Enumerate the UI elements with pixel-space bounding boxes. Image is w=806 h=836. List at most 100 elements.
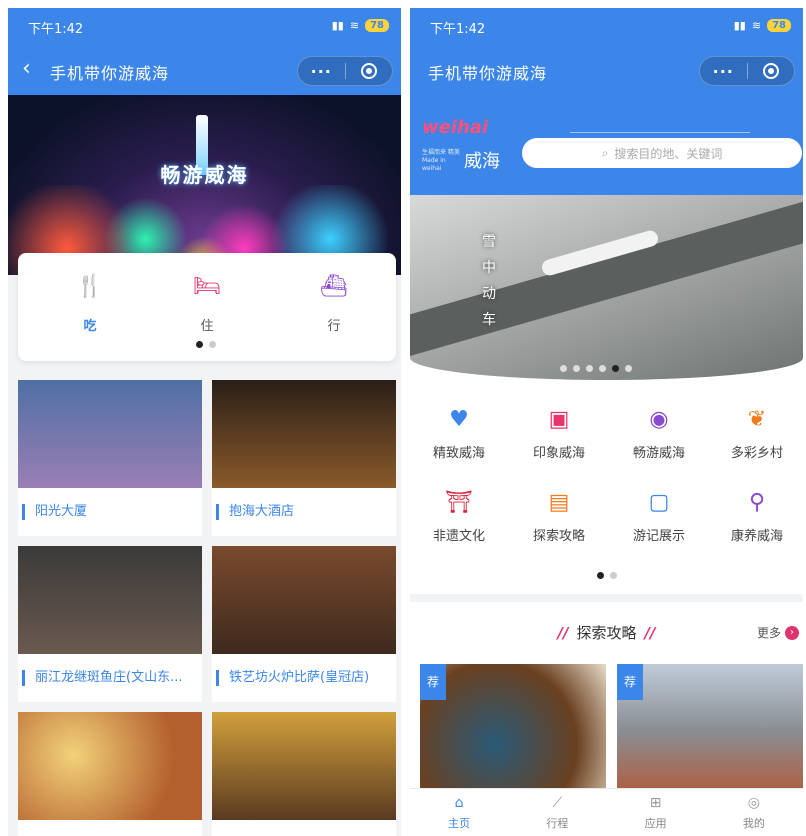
brand-header: weihai 生福而来 精美 Made in weihai 威海 ⌕ 搜索目的地… bbox=[410, 95, 803, 195]
home-icon: ⌂ bbox=[454, 795, 464, 811]
venue-image bbox=[212, 380, 396, 488]
signal-icon: ▮▮ bbox=[733, 19, 746, 32]
banner-caption: 畅游威海 bbox=[160, 163, 249, 187]
search-input[interactable]: ⌕ 搜索目的地、关键词 bbox=[522, 138, 802, 168]
heart-icon: ♥ bbox=[449, 407, 469, 432]
logo-tagline: 生福而来 精美 Made in weihai bbox=[422, 149, 460, 172]
banner-carousel[interactable]: 雪中动车 bbox=[410, 195, 803, 380]
search-icon: ⌕ bbox=[601, 145, 609, 160]
venue-image bbox=[212, 712, 396, 820]
pager-dots bbox=[196, 341, 216, 348]
left-phone-screen: 下午1:42 ▮▮ ≋ 78 ‹ 手机带你游威海 ··· 畅游威海 🍴 吃 🛏 … bbox=[8, 8, 401, 836]
pager-dot bbox=[196, 341, 203, 348]
tab-apps[interactable]: ⊞ 应用 bbox=[607, 789, 705, 836]
function-label: 多彩乡村 bbox=[730, 446, 783, 461]
route-icon: ⟋ bbox=[552, 795, 563, 811]
museum-icon: ⛩ bbox=[445, 490, 473, 515]
venue-card[interactable]: 抱海大酒店 bbox=[212, 380, 396, 536]
tab-home[interactable]: ⌂ 主页 bbox=[410, 789, 508, 836]
function-label: 非遗文化 bbox=[432, 529, 485, 544]
close-icon bbox=[360, 63, 377, 79]
mini-program-capsule: ··· bbox=[699, 56, 795, 86]
pager-dot bbox=[573, 365, 580, 372]
more-link[interactable]: 更多 › bbox=[757, 624, 799, 641]
tab-label: 行程 bbox=[546, 817, 569, 830]
function-label: 精致威海 bbox=[432, 446, 485, 461]
badge-icon: ▢ bbox=[648, 490, 670, 515]
back-icon[interactable]: ‹ bbox=[22, 58, 31, 80]
pager-dot bbox=[209, 341, 216, 348]
venue-card[interactable] bbox=[18, 712, 202, 836]
slash-decoration: // bbox=[644, 624, 656, 642]
venue-card[interactable]: 阳光大厦 bbox=[18, 380, 202, 536]
pin-icon: ⚲ bbox=[748, 490, 766, 515]
section-divider bbox=[410, 594, 803, 602]
close-icon bbox=[762, 63, 779, 79]
category-travel[interactable]: ⛴ 行 bbox=[304, 273, 364, 334]
screenshot: 下午1:42 ▮▮ ≋ 78 ‹ 手机带你游威海 ··· 畅游威海 🍴 吃 🛏 … bbox=[0, 0, 806, 836]
venue-name: 阳光大厦 bbox=[22, 504, 87, 520]
venue-name: 铁艺坊火炉比萨(皇冠店) bbox=[216, 670, 369, 686]
pager-dots bbox=[597, 572, 617, 579]
function-label: 畅游威海 bbox=[632, 446, 685, 461]
category-eat[interactable]: 🍴 吃 bbox=[60, 273, 120, 334]
venue-name: 丽江龙继斑鱼庄(文山东... bbox=[22, 670, 182, 686]
venue-card[interactable]: 丽江龙继斑鱼庄(文山东... bbox=[18, 546, 202, 702]
function-item[interactable]: ⚲ 康养威海 bbox=[712, 489, 802, 544]
grid-icon: ⊞ bbox=[649, 795, 662, 811]
tab-profile[interactable]: ◎ 我的 bbox=[705, 789, 803, 836]
section-title: // 探索攻略 // bbox=[410, 622, 803, 643]
more-button[interactable]: ··· bbox=[298, 62, 345, 81]
tab-label: 主页 bbox=[448, 817, 471, 830]
pager-dot bbox=[599, 365, 606, 372]
user-icon: ◎ bbox=[747, 795, 760, 811]
pager-dot bbox=[625, 365, 632, 372]
tab-itinerary[interactable]: ⟋ 行程 bbox=[508, 789, 606, 836]
function-item[interactable]: ▣ 印象威海 bbox=[514, 406, 604, 461]
pager-dot bbox=[597, 572, 604, 579]
left-header-bar: 下午1:42 ▮▮ ≋ 78 ‹ 手机带你游威海 ··· bbox=[8, 8, 401, 95]
function-label: 印象威海 bbox=[532, 446, 585, 461]
slash-decoration: // bbox=[557, 624, 569, 642]
mini-program-capsule: ··· bbox=[297, 56, 393, 86]
close-button[interactable] bbox=[346, 63, 393, 79]
guide-card[interactable]: 荐 bbox=[420, 664, 606, 798]
pager-dot bbox=[612, 365, 619, 372]
function-item[interactable]: ♥ 精致威海 bbox=[414, 406, 504, 461]
function-label: 游记展示 bbox=[632, 529, 685, 544]
venue-image bbox=[18, 380, 202, 488]
book-icon: ▤ bbox=[548, 490, 570, 515]
function-item[interactable]: ▢ 游记展示 bbox=[614, 489, 704, 544]
status-time: 下午1:42 bbox=[28, 22, 84, 37]
logo-city-name: 威海 bbox=[464, 151, 500, 172]
venue-card[interactable] bbox=[212, 712, 396, 836]
fork-knife-icon: 🍴 bbox=[76, 274, 104, 299]
function-item[interactable]: ▤ 探索攻略 bbox=[514, 489, 604, 544]
close-button[interactable] bbox=[748, 63, 795, 79]
bed-icon: 🛏 bbox=[193, 274, 221, 299]
pager-dot bbox=[586, 365, 593, 372]
status-icons: ▮▮ ≋ 78 bbox=[332, 19, 389, 32]
wifi-icon: ≋ bbox=[751, 19, 762, 32]
battery-icon: 78 bbox=[365, 19, 389, 32]
skyline-decoration bbox=[570, 101, 750, 133]
search-placeholder: 搜索目的地、关键词 bbox=[614, 146, 723, 161]
pager-dot bbox=[610, 572, 617, 579]
logo-wordmark: weihai bbox=[422, 117, 489, 138]
guide-card[interactable]: 荐 bbox=[617, 664, 803, 798]
page-title: 手机带你游威海 bbox=[50, 64, 170, 83]
weihai-logo: weihai 生福而来 精美 Made in weihai 威海 bbox=[422, 117, 514, 175]
category-label: 吃 bbox=[83, 319, 97, 334]
function-label: 康养威海 bbox=[730, 529, 783, 544]
bottom-tab-bar: ⌂ 主页 ⟋ 行程 ⊞ 应用 ◎ 我的 bbox=[410, 788, 803, 836]
right-phone-screen: 下午1:42 ▮▮ ≋ 78 手机带你游威海 ··· weihai 生福而来 精… bbox=[410, 8, 803, 836]
function-item[interactable]: ⛩ 非遗文化 bbox=[414, 489, 504, 544]
function-item[interactable]: ◉ 畅游威海 bbox=[614, 406, 704, 461]
more-button[interactable]: ··· bbox=[700, 62, 747, 81]
tab-label: 我的 bbox=[742, 817, 765, 830]
battery-icon: 78 bbox=[767, 19, 791, 32]
category-stay[interactable]: 🛏 住 bbox=[177, 273, 237, 334]
function-item[interactable]: ❦ 多彩乡村 bbox=[712, 406, 802, 461]
venue-card[interactable]: 铁艺坊火炉比萨(皇冠店) bbox=[212, 546, 396, 702]
banner-carousel[interactable]: 畅游威海 bbox=[8, 95, 401, 275]
